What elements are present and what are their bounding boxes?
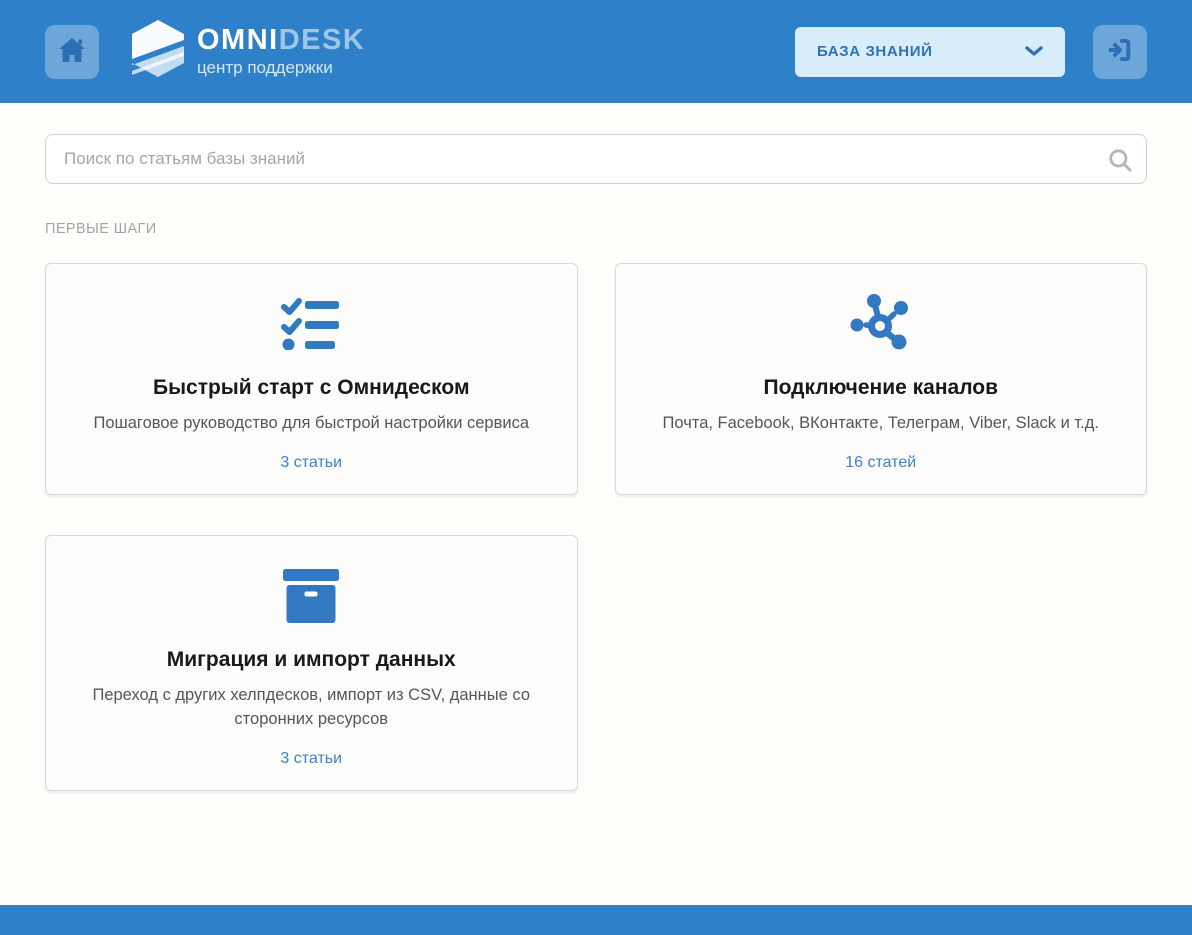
search-bar (45, 134, 1147, 184)
card-articles-count-link[interactable]: 16 статей (845, 454, 916, 472)
section-title: ПЕРВЫЕ ШАГИ (45, 221, 1147, 237)
knowledge-base-dropdown[interactable]: БАЗА ЗНАНИЙ (795, 27, 1065, 77)
login-button[interactable] (1093, 25, 1147, 79)
header: OMNIDESK центр поддержки БАЗА ЗНАНИЙ (0, 0, 1192, 103)
card-migration[interactable]: Миграция и импорт данных Переход с други… (45, 535, 578, 791)
home-icon (57, 36, 87, 67)
search-icon (1107, 161, 1133, 176)
footer-bar (0, 905, 1192, 935)
network-icon (644, 296, 1119, 352)
card-description: Переход с других хелпдесков, импорт из C… (74, 684, 549, 732)
card-articles-count-link[interactable]: 3 статьи (280, 750, 342, 768)
checklist-icon (74, 296, 549, 352)
home-button[interactable] (45, 25, 99, 79)
card-description: Пошаговое руководство для быстрой настро… (74, 412, 549, 436)
card-title: Подключение каналов (644, 376, 1119, 400)
logo-subtitle: центр поддержки (197, 58, 365, 78)
card-title: Миграция и импорт данных (74, 648, 549, 672)
cards-grid: Быстрый старт с Омнидеском Пошаговое рук… (45, 263, 1147, 791)
login-icon (1107, 37, 1133, 66)
logo[interactable]: OMNIDESK центр поддержки (132, 20, 365, 83)
card-channels[interactable]: Подключение каналов Почта, Facebook, ВКо… (615, 263, 1148, 495)
logo-text: OMNIDESK центр поддержки (197, 25, 365, 77)
card-title: Быстрый старт с Омнидеском (74, 376, 549, 400)
logo-title: OMNIDESK (197, 25, 365, 55)
chevron-down-icon (1025, 43, 1043, 61)
card-articles-count-link[interactable]: 3 статьи (280, 454, 342, 472)
search-submit-button[interactable] (1105, 145, 1135, 178)
knowledge-base-dropdown-label: БАЗА ЗНАНИЙ (817, 43, 933, 60)
card-description: Почта, Facebook, ВКонтакте, Телеграм, Vi… (644, 412, 1119, 436)
search-input[interactable] (45, 134, 1147, 184)
archive-box-icon (74, 568, 549, 624)
logo-hexagon-icon (132, 20, 184, 83)
card-quick-start[interactable]: Быстрый старт с Омнидеском Пошаговое рук… (45, 263, 578, 495)
